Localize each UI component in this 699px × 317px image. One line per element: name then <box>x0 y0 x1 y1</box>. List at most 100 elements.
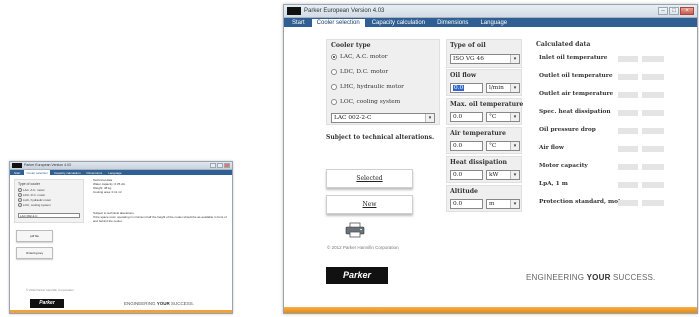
chevron-down-icon: ▾ <box>510 142 519 150</box>
air-temp-panel: Air temperature 0.0 °C ▾ <box>446 127 522 154</box>
close-icon[interactable]: × <box>680 7 694 15</box>
calc-label: Oil pressure drop <box>539 127 596 133</box>
thumbnail-data-line: Cooling area: 0.11 m² <box>93 190 122 194</box>
altitude-unit-select[interactable]: m ▾ <box>486 199 520 209</box>
chevron-down-icon: ▾ <box>510 113 519 121</box>
air-temp-unit-select[interactable]: °C ▾ <box>486 141 520 151</box>
calc-unit <box>642 146 664 152</box>
calc-unit <box>642 182 664 188</box>
calc-row-air-flow: Air flow <box>536 143 666 154</box>
max-oil-temp-input[interactable]: 0.0 <box>450 112 483 122</box>
oil-flow-input[interactable]: 0.0 <box>450 83 483 93</box>
printer-icon[interactable] <box>345 222 365 238</box>
thumbnail-radio-lac[interactable]: LAC, A.C. motor <box>18 188 45 193</box>
calc-label: Protection standard, motor <box>539 199 628 205</box>
calc-row-inlet-oil-temp: Inlet oil temperature <box>536 53 666 64</box>
oil-flow-panel: Oil flow 0.0 l/min ▾ <box>446 69 522 96</box>
radio-icon <box>18 198 22 203</box>
calc-unit <box>642 56 664 62</box>
oil-flow-value: 0.0 <box>453 85 465 91</box>
calc-row-outlet-oil-temp: Outlet oil temperature <box>536 71 666 82</box>
calc-label: Motor capacity <box>539 163 588 169</box>
subject-note: Subject to technical alterations. <box>326 134 435 141</box>
thumbnail-minimize-icon[interactable] <box>210 163 216 168</box>
heat-dissipation-unit-select[interactable]: kW ▾ <box>486 170 520 180</box>
model-select[interactable]: LAC 002-2-C ▾ <box>331 113 435 123</box>
calc-value <box>618 74 638 80</box>
thumbnail-radio-label: LDC, D.C. motor <box>23 193 46 197</box>
calc-value <box>618 164 638 170</box>
calc-row-motor-capacity: Motor capacity <box>536 161 666 172</box>
radio-loc[interactable]: LOC, cooling system <box>331 97 400 106</box>
calculated-data-title: Calculated data <box>536 41 591 48</box>
max-oil-temp-unit: °C <box>489 114 497 120</box>
maximize-icon[interactable]: □ <box>669 7 679 15</box>
window-title: Parker European Version 4.03 <box>304 8 385 14</box>
oil-flow-unit-select[interactable]: l/min ▾ <box>486 83 520 93</box>
main-content: Cooler type LAC, A.C. motor LDC, D.C. mo… <box>284 27 697 313</box>
radio-ldc[interactable]: LDC, D.C. motor <box>331 67 388 76</box>
thumbnail-slogan: ENGINEERING YOUR SUCCESS. <box>124 301 194 306</box>
radio-icon <box>331 83 337 90</box>
thumbnail-parker-logo: Parker <box>30 299 64 308</box>
calc-unit <box>642 200 664 206</box>
radio-icon <box>18 188 22 193</box>
calc-value <box>618 182 638 188</box>
copyright: © 2012 Parker Hannifin Corporation <box>327 245 399 250</box>
selected-button[interactable]: Selected <box>326 169 413 188</box>
minimize-icon[interactable]: – <box>658 7 668 15</box>
model-select-value: LAC 002-2-C <box>334 115 372 121</box>
heat-dissipation-panel: Heat dissipation 0.0 kW ▾ <box>446 156 522 183</box>
max-oil-temp-unit-select[interactable]: °C ▾ <box>486 112 520 122</box>
calc-value <box>618 200 638 206</box>
parker-app-icon <box>287 7 301 15</box>
calc-label: LpA, 1 m <box>539 181 568 187</box>
calc-value <box>618 146 638 152</box>
thumbnail-radio-lhc[interactable]: LHC, hydraulic motor <box>18 198 51 203</box>
slogan-bold: YOUR <box>156 301 170 306</box>
thumbnail-maximize-icon[interactable] <box>217 163 223 168</box>
thumbnail-radio-loc[interactable]: LOC, cooling system <box>18 203 51 208</box>
calc-row-protection-standard: Protection standard, motor <box>536 197 666 208</box>
chevron-down-icon: ▾ <box>510 55 519 63</box>
calc-label: Spec. heat dissipation <box>539 109 611 115</box>
radio-label: LDC, D.C. motor <box>340 68 389 75</box>
thumbnail-ordering-key-button[interactable]: Ordering key <box>16 247 53 259</box>
main-window: Parker European Version 4.03 – □ × Start… <box>283 4 698 314</box>
type-of-oil-select[interactable]: ISO VG 46 ▾ <box>450 54 520 64</box>
heat-dissipation-input[interactable]: 0.0 <box>450 170 483 180</box>
air-temp-input[interactable]: 0.0 <box>450 141 483 151</box>
window-controls: – □ × <box>658 7 694 15</box>
radio-icon <box>18 193 22 198</box>
thumbnail-cooler-type-title: Type of cooler <box>18 182 40 186</box>
calc-row-outlet-air-temp: Outlet air temperature <box>536 89 666 100</box>
thumbnail-window-controls <box>210 163 230 168</box>
chevron-down-icon: ▾ <box>510 171 519 179</box>
chevron-down-icon: ▾ <box>425 114 434 122</box>
thumbnail-radio-ldc[interactable]: LDC, D.C. motor <box>18 193 46 198</box>
calc-value <box>618 92 638 98</box>
thumbnail-title: Parker European Version 4.03 <box>24 163 71 167</box>
thumbnail-model-select[interactable]: LAC 002-2-C <box>18 213 80 218</box>
oil-flow-title: Oil flow <box>450 72 477 79</box>
calc-row-lpa: LpA, 1 m <box>536 179 666 190</box>
thumbnail-close-icon[interactable] <box>224 163 230 168</box>
altitude-unit: m <box>489 201 495 207</box>
thumbnail-pdf-button[interactable]: pdf file <box>16 230 53 242</box>
radio-lac[interactable]: LAC, A.C. motor <box>331 52 387 61</box>
altitude-input[interactable]: 0.0 <box>450 199 483 209</box>
calc-unit <box>642 128 664 134</box>
chevron-down-icon: ▾ <box>510 200 519 208</box>
thumbnail-titlebar: Parker European Version 4.03 <box>10 162 232 170</box>
slogan: ENGINEERING YOUR SUCCESS. <box>526 273 655 282</box>
calc-unit <box>642 74 664 80</box>
calc-value <box>618 110 638 116</box>
calc-unit <box>642 164 664 170</box>
altitude-panel: Altitude 0.0 m ▾ <box>446 185 522 212</box>
calc-label: Outlet oil temperature <box>539 73 613 79</box>
thumbnail-cooler-panel: Type of cooler LAC, A.C. motor LDC, D.C.… <box>14 179 84 223</box>
calc-unit <box>642 110 664 116</box>
thumbnail-body: Type of cooler LAC, A.C. motor LDC, D.C.… <box>10 175 232 313</box>
new-button[interactable]: New <box>326 195 413 214</box>
radio-lhc[interactable]: LHC, hydraulic motor <box>331 82 404 91</box>
